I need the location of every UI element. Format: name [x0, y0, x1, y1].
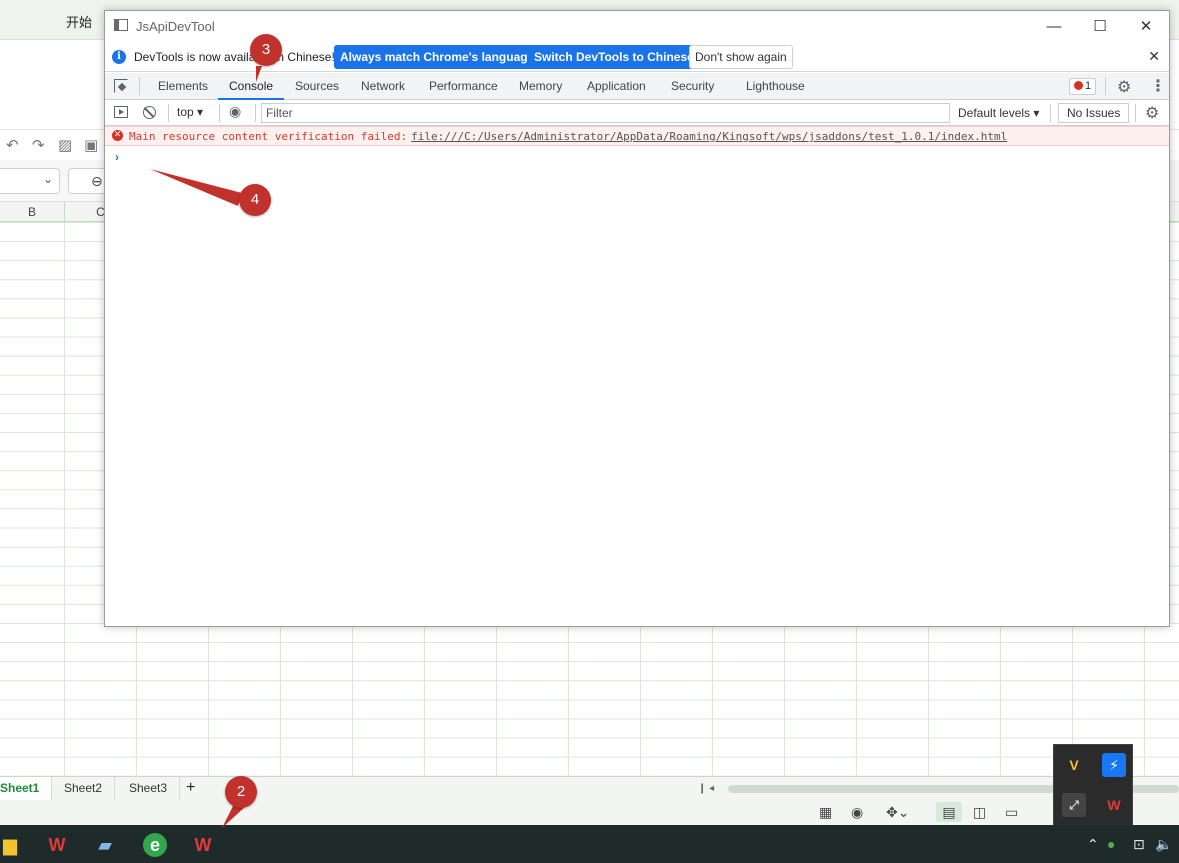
annotation-marker-2: 2 [225, 776, 257, 808]
marker-3-arrow [256, 66, 262, 82]
marker-4-arrow [150, 169, 242, 206]
annotation-marker-3: 3 [250, 34, 282, 66]
annotation-marker-4: 4 [239, 184, 271, 216]
annotation-arrows [150, 66, 262, 828]
